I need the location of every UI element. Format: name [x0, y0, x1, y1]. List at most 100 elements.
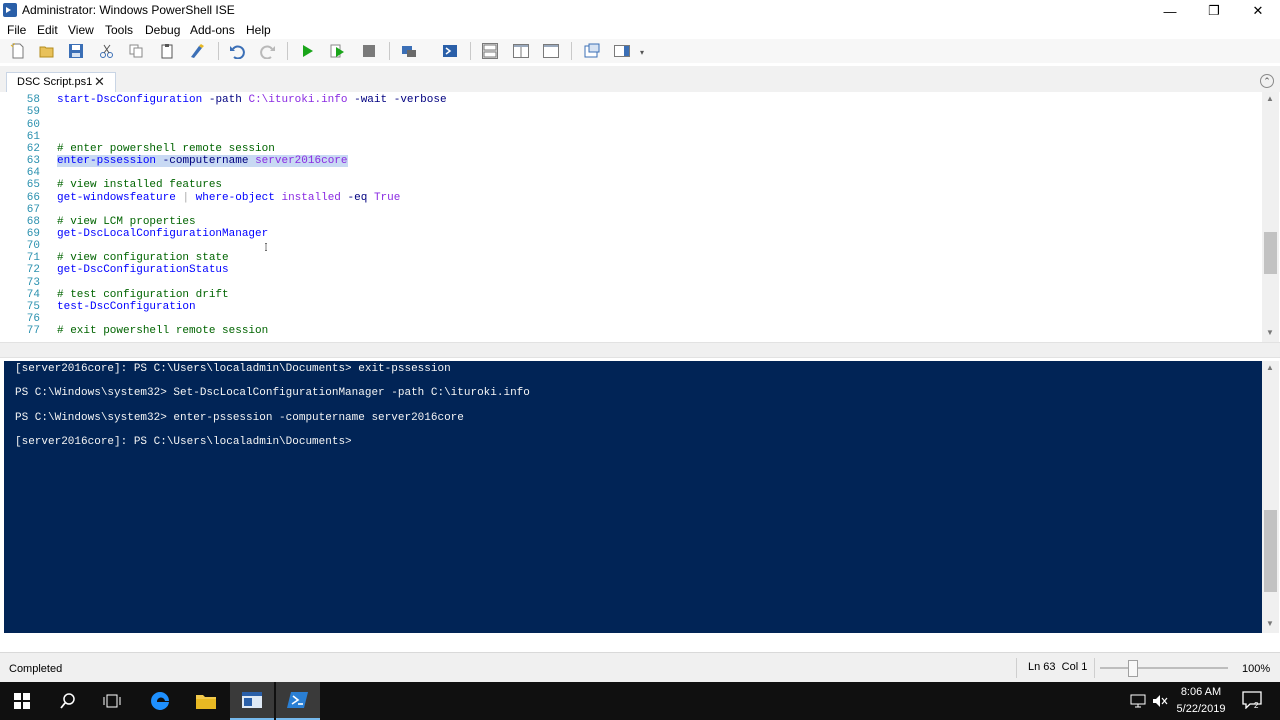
taskbar-powershell-ise[interactable] [230, 682, 274, 720]
scroll-up-icon[interactable]: ▲ [1266, 363, 1274, 372]
volume-muted-icon[interactable] [1152, 694, 1168, 708]
show-command-window-icon[interactable] [584, 43, 600, 59]
line-number: 65 [26, 179, 40, 191]
paste-icon[interactable] [159, 43, 175, 59]
text-cursor-icon [265, 243, 267, 251]
menu-edit[interactable]: Edit [37, 23, 58, 37]
tab-dsc-script[interactable]: DSC Script.ps1 ✕ [6, 72, 116, 93]
clear-console-icon[interactable] [189, 43, 205, 59]
minimize-icon: — [1163, 3, 1177, 19]
menu-file[interactable]: File [7, 23, 26, 37]
taskbar-powershell[interactable] [276, 682, 320, 720]
editor-scrollbar[interactable]: ▲ ▼ [1262, 92, 1279, 342]
code-comment[interactable]: # exit powershell remote session [57, 325, 268, 337]
task-view-button[interactable] [90, 682, 134, 720]
powershell-ise-taskbar-icon [242, 692, 262, 708]
line-number: 72 [26, 264, 40, 276]
close-button[interactable]: ✕ [1236, 0, 1280, 22]
run-script-icon[interactable] [299, 43, 315, 59]
menu-view[interactable]: View [68, 23, 94, 37]
stop-operation-icon[interactable] [361, 43, 377, 59]
menu-debug[interactable]: Debug [145, 23, 180, 37]
redo-icon[interactable] [260, 43, 276, 59]
clock-time[interactable]: 8:06 AM [1173, 686, 1229, 698]
console-scrollbar[interactable]: ▲ ▼ [1262, 361, 1279, 633]
undo-icon[interactable] [229, 43, 245, 59]
start-button[interactable] [0, 682, 44, 720]
cut-icon[interactable] [99, 43, 115, 59]
toolbar-separator [389, 42, 390, 60]
editor-scrollbar-thumb[interactable] [1264, 232, 1277, 274]
status-separator [1094, 658, 1095, 678]
zoom-slider-thumb[interactable] [1128, 660, 1138, 677]
tab-label: DSC Script.ps1 [17, 76, 93, 88]
save-icon[interactable] [68, 43, 84, 59]
show-script-top-icon[interactable] [482, 43, 498, 59]
powershell-ise-app-icon[interactable] [3, 3, 17, 17]
task-view-icon [103, 694, 121, 708]
new-file-icon[interactable] [10, 43, 26, 59]
code-line[interactable]: start-DscConfiguration -path C:\ituroki.… [57, 94, 447, 106]
code-line[interactable]: get-DscLocalConfigurationManager [57, 228, 268, 240]
code-comment[interactable]: # test configuration drift [57, 289, 229, 301]
console-prompt[interactable]: [server2016core]: PS C:\Users\localadmin… [15, 436, 352, 448]
console-pane[interactable]: [server2016core]: PS C:\Users\localadmin… [4, 361, 1262, 633]
console-scrollbar-thumb[interactable] [1264, 510, 1277, 592]
menu-add-ons[interactable]: Add-ons [190, 23, 235, 37]
line-number: 71 [26, 252, 40, 264]
scroll-down-icon[interactable]: ▼ [1266, 619, 1274, 628]
notifications-icon[interactable]: 2 [1242, 691, 1262, 709]
taskbar-edge[interactable] [138, 682, 182, 720]
copy-icon[interactable] [128, 43, 144, 59]
code-comment[interactable]: # view configuration state [57, 252, 229, 264]
code-line[interactable]: test-DscConfiguration [57, 301, 196, 313]
status-bar [0, 652, 1280, 683]
start-powershell-icon[interactable] [442, 43, 458, 59]
code-line-selected[interactable]: enter-pssession -computername server2016… [57, 155, 348, 167]
run-selection-icon[interactable] [330, 43, 346, 59]
show-command-addon-icon[interactable] [614, 43, 630, 59]
script-editor[interactable]: 58 start-DscConfiguration -path C:\ituro… [0, 92, 1280, 342]
line-number: 61 [26, 131, 40, 143]
console-line: [server2016core]: PS C:\Users\localadmin… [15, 363, 451, 375]
line-number: 68 [26, 216, 40, 228]
status-text: Completed [9, 663, 63, 675]
toolbar-separator [470, 42, 471, 60]
zoom-level: 100% [1242, 663, 1271, 675]
menu-tools[interactable]: Tools [105, 23, 133, 37]
window-title: Administrator: Windows PowerShell ISE [22, 3, 235, 17]
console-line: PS C:\Windows\system32> enter-pssession … [15, 412, 464, 424]
clock-date[interactable]: 5/22/2019 [1170, 703, 1232, 715]
line-number: 74 [26, 289, 40, 301]
network-icon[interactable] [1130, 694, 1146, 708]
collapse-script-pane-icon[interactable]: ⌃ [1260, 74, 1274, 88]
new-remote-tab-icon[interactable] [401, 43, 417, 59]
restore-icon: ❐ [1208, 3, 1220, 18]
search-button[interactable] [46, 682, 90, 720]
line-number: 67 [26, 204, 40, 216]
line-number: 62 [26, 143, 40, 155]
code-comment[interactable]: # view LCM properties [57, 216, 196, 228]
show-script-right-icon[interactable] [513, 43, 529, 59]
code-comment[interactable]: # view installed features [57, 179, 222, 191]
menu-help[interactable]: Help [246, 23, 271, 37]
open-folder-icon[interactable] [39, 43, 55, 59]
pane-splitter[interactable] [0, 342, 1280, 358]
zoom-slider-track[interactable] [1100, 667, 1228, 669]
line-number: 60 [26, 119, 40, 131]
scroll-up-icon[interactable]: ▲ [1266, 94, 1274, 103]
code-line[interactable]: get-windowsfeature | where-object instal… [57, 192, 400, 204]
code-line[interactable]: get-DscConfigurationStatus [57, 264, 229, 276]
minimize-button[interactable]: — [1148, 0, 1192, 22]
tab-close-icon[interactable]: ✕ [94, 74, 105, 90]
line-number: 73 [26, 277, 40, 289]
show-script-maximized-icon[interactable] [543, 43, 559, 59]
toolbar-separator [218, 42, 219, 60]
toolbar-overflow-icon[interactable]: ▾ [640, 48, 644, 57]
toolbar-separator [287, 42, 288, 60]
restore-button[interactable]: ❐ [1192, 0, 1236, 22]
line-number: 69 [26, 228, 40, 240]
code-comment[interactable]: # enter powershell remote session [57, 143, 275, 155]
scroll-down-icon[interactable]: ▼ [1266, 328, 1274, 337]
taskbar-file-explorer[interactable] [184, 682, 228, 720]
